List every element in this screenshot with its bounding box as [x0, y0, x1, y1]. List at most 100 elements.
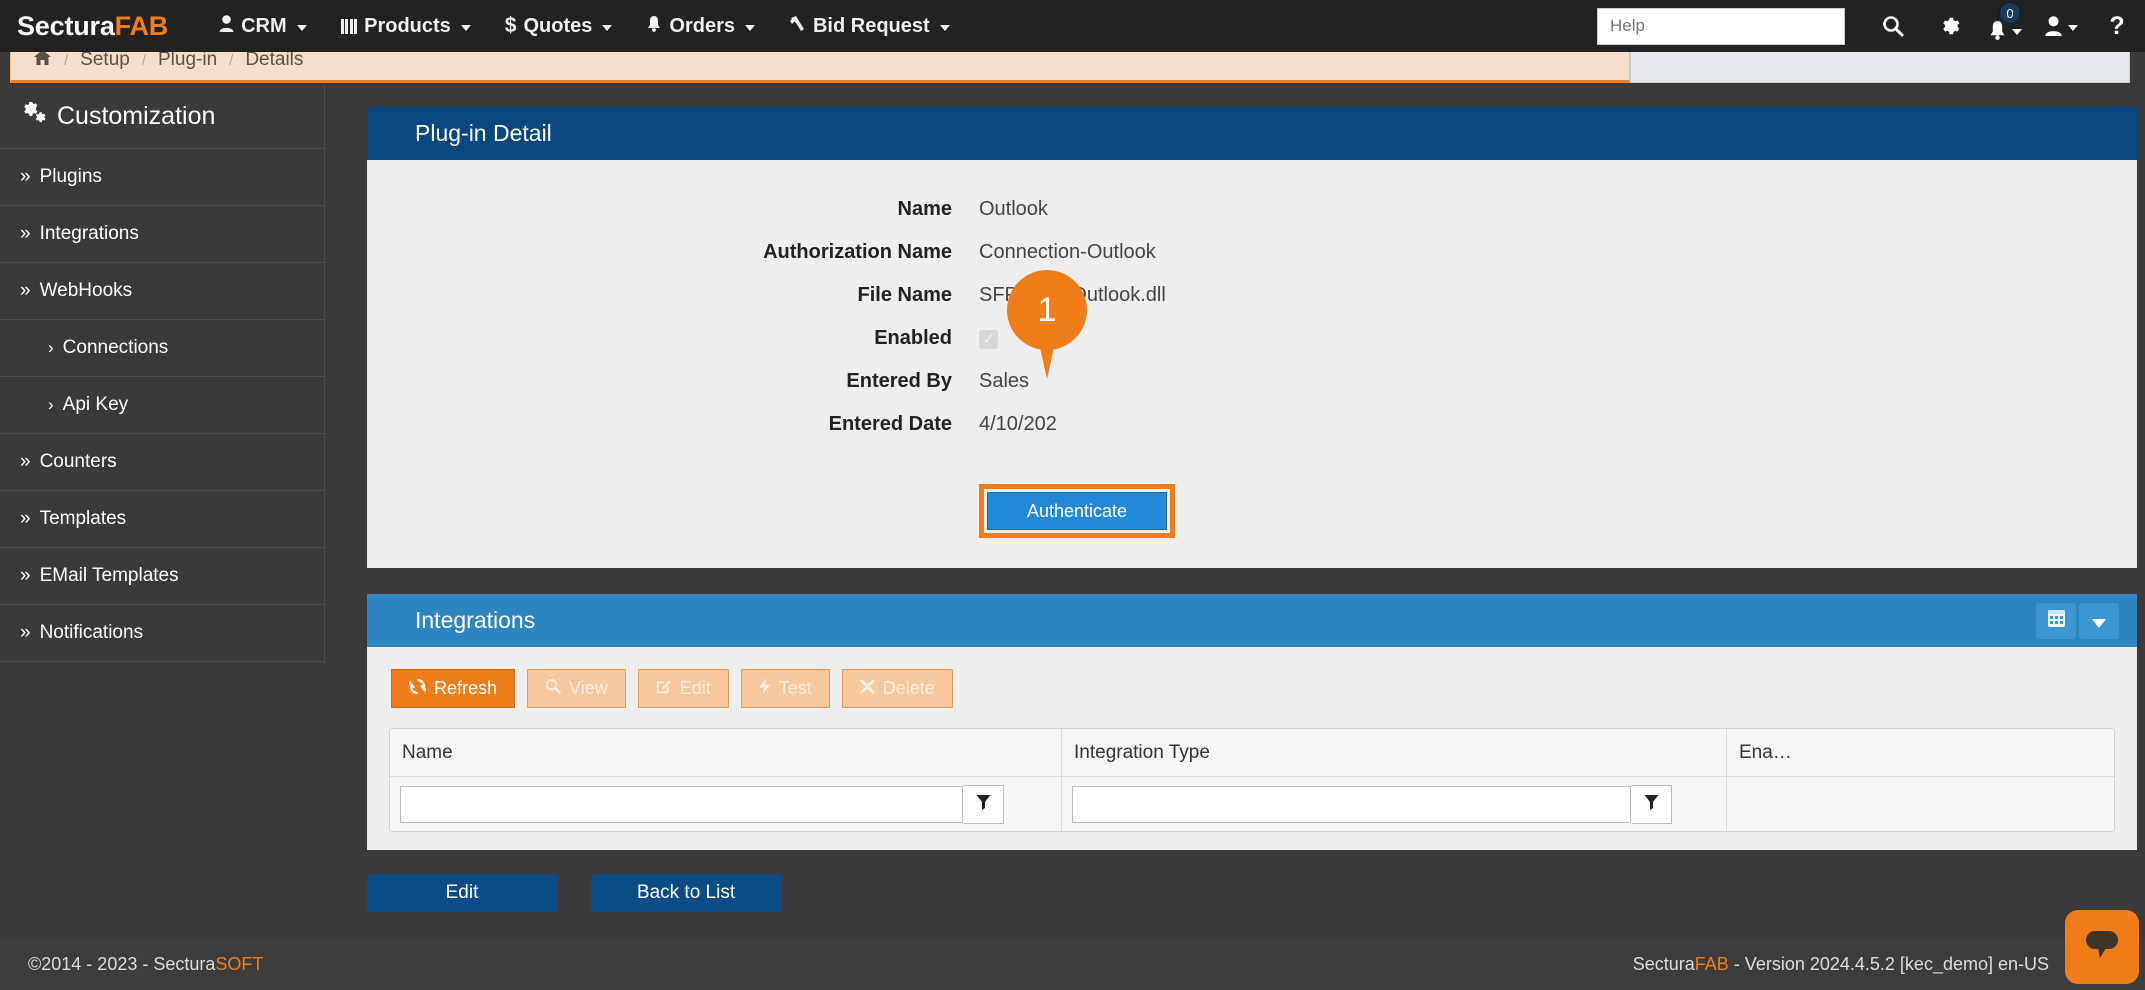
sidebar-item-label: Notifications [39, 622, 144, 643]
notifications-button[interactable]: 0 [1977, 0, 2033, 52]
bars-icon [340, 18, 358, 34]
logo-text-accent: FAB [114, 10, 169, 41]
search-button[interactable] [1865, 0, 1921, 52]
nav-item-label: Quotes [523, 14, 593, 37]
sidebar: Customization » Plugins » Integrations »… [0, 85, 325, 665]
grid-options-dropdown[interactable] [2079, 602, 2119, 639]
app-logo[interactable]: SecturaFAB [17, 11, 168, 42]
field-row-file-name: File Name SFPlugin_Outlook.dll [367, 274, 2137, 317]
back-to-list-button[interactable]: Back to List [591, 874, 781, 912]
integrations-body: Refresh View Edit Test Delete Name Integ… [367, 647, 2137, 850]
sidebar-item-connections[interactable]: › Connections [0, 320, 324, 377]
sidebar-item-plugins[interactable]: » Plugins [0, 149, 324, 206]
sidebar-item-templates[interactable]: » Templates [0, 491, 324, 548]
authenticate-button[interactable]: Authenticate [987, 492, 1167, 530]
breadcrumb-item-setup[interactable]: Setup [80, 52, 130, 71]
integrations-toolbar: Refresh View Edit Test Delete [367, 647, 2137, 708]
pencil-square-icon [656, 678, 672, 699]
breadcrumb-separator: / [141, 52, 146, 69]
test-button[interactable]: Test [740, 669, 830, 708]
field-label: Enabled [874, 327, 952, 349]
settings-button[interactable] [1921, 0, 1977, 52]
nav-item-label: CRM [241, 14, 287, 37]
chevron-down-icon [939, 24, 950, 31]
search-icon [1882, 15, 1904, 37]
top-navigation-bar: SecturaFAB CRM Products $ Quotes Orders … [0, 0, 2145, 52]
filter-button-integration-type[interactable] [1631, 784, 1672, 824]
filter-input-name[interactable] [400, 785, 963, 823]
nav-item-crm[interactable]: CRM [202, 0, 324, 52]
chevron-double-right-icon: » [20, 622, 31, 643]
sidebar-item-email-templates[interactable]: » EMail Templates [0, 548, 324, 605]
field-row-enabled: Enabled ✓ [367, 317, 2137, 360]
toolbar-button-label: Edit [679, 678, 711, 698]
sidebar-item-notifications[interactable]: » Notifications [0, 605, 324, 662]
integrations-header-actions [2036, 602, 2119, 639]
plugin-detail-fields: Name Outlook Authorization Name Connecti… [367, 160, 2137, 464]
chat-widget-button[interactable] [2065, 910, 2139, 984]
nav-item-quotes[interactable]: $ Quotes [488, 0, 630, 52]
help-search-input[interactable] [1597, 7, 1845, 45]
delete-button[interactable]: Delete [841, 669, 953, 708]
breadcrumb-item-plugin[interactable]: Plug-in [158, 52, 217, 71]
chevron-double-right-icon: » [20, 166, 31, 187]
sidebar-item-label: Connections [62, 337, 169, 358]
view-button[interactable]: View [527, 669, 626, 708]
funnel-icon [1644, 794, 1659, 815]
sidebar-item-label: Api Key [62, 394, 129, 415]
logo-text-primary: Sectura [17, 10, 115, 41]
filter-button-name[interactable] [963, 784, 1004, 824]
filter-input-integration-type[interactable] [1072, 785, 1631, 823]
home-icon[interactable] [33, 52, 52, 72]
breadcrumb-item-details[interactable]: Details [245, 52, 303, 71]
field-value-name: Outlook [979, 198, 1048, 220]
form-actions: Edit Back to List [325, 850, 2145, 912]
sidebar-item-webhooks[interactable]: » WebHooks [0, 263, 324, 320]
sidebar-item-counters[interactable]: » Counters [0, 434, 324, 491]
refresh-icon [406, 678, 429, 700]
authenticate-row: Authenticate [367, 464, 2137, 568]
chevron-down-icon [2068, 25, 2078, 31]
user-icon [2044, 16, 2063, 36]
user-menu-button[interactable] [2033, 0, 2089, 52]
filter-cell-name [390, 776, 1062, 832]
sidebar-item-integrations[interactable]: » Integrations [0, 206, 324, 263]
version-brand-accent: FAB [1694, 953, 1729, 974]
sidebar-title: Customization [0, 85, 324, 149]
chevron-double-right-icon: » [20, 451, 31, 472]
nav-item-products[interactable]: Products [324, 0, 488, 52]
refresh-button[interactable]: Refresh [391, 669, 516, 708]
column-header-integration-type[interactable]: Integration Type [1062, 729, 1727, 776]
sidebar-item-label: Counters [39, 451, 117, 472]
hammer-icon [789, 15, 806, 37]
field-value-file-name: SFPlugin_Outlook.dll [979, 284, 1166, 306]
chevron-double-right-icon: » [20, 508, 31, 529]
breadcrumb-separator: / [229, 52, 234, 69]
plugin-detail-panel: Plug-in Detail Name Outlook Authorizatio… [367, 107, 2137, 568]
chevron-down-icon [744, 24, 755, 31]
version-detail: - Version 2024.4.5.2 [kec_demo] en-US [1728, 953, 2049, 974]
grid-view-button[interactable] [2036, 602, 2076, 639]
edit-button[interactable]: Edit [637, 669, 729, 708]
copyright-prefix: ©2014 - 2023 - Sectura [28, 953, 216, 974]
table-filter-row [390, 776, 2114, 832]
dollar-icon: $ [504, 14, 517, 37]
nav-item-bid-request[interactable]: Bid Request [772, 0, 967, 52]
help-button[interactable]: ? [2089, 0, 2145, 52]
column-header-name[interactable]: Name [390, 729, 1062, 776]
breadcrumb-right-panel [1630, 52, 2130, 83]
sidebar-item-label: EMail Templates [39, 565, 179, 586]
footer: ©2014 - 2023 - SecturaSOFT SecturaFAB - … [0, 910, 2145, 990]
column-header-enabled[interactable]: Ena… [1727, 729, 1825, 776]
chevron-right-icon: › [48, 395, 54, 414]
integrations-title: Integrations [415, 607, 536, 633]
field-value-entered-by: Sales [979, 370, 1030, 392]
field-row-entered-date: Entered Date 4/10/202 [367, 403, 2137, 446]
funnel-icon [976, 794, 991, 815]
user-icon [219, 15, 234, 37]
bolt-icon [759, 677, 771, 700]
nav-item-orders[interactable]: Orders [629, 0, 772, 52]
edit-record-button[interactable]: Edit [367, 874, 557, 912]
sidebar-item-api-key[interactable]: › Api Key [0, 377, 324, 434]
chat-bubble-icon [2082, 928, 2122, 967]
